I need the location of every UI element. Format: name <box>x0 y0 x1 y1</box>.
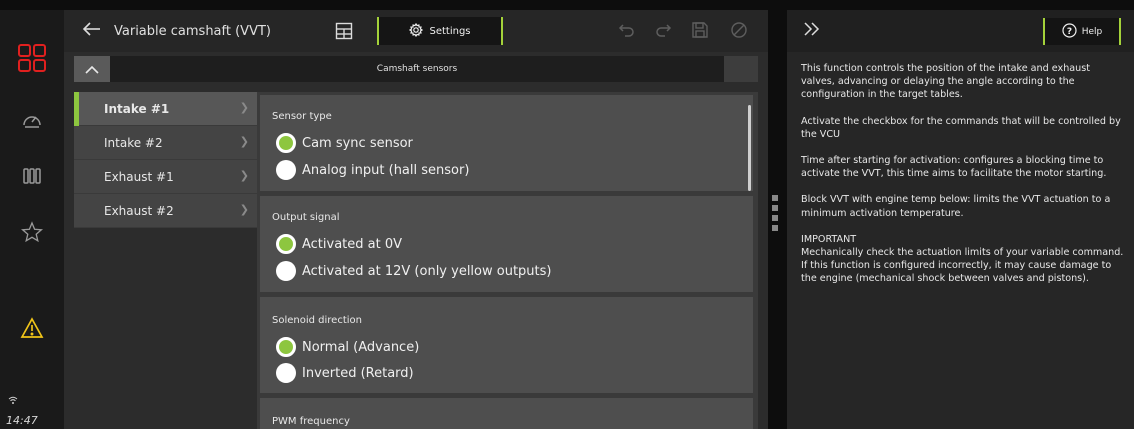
table-view-icon[interactable] <box>335 22 353 44</box>
chevron-right-icon: ❯ <box>239 101 249 114</box>
radio-cam-sync[interactable]: Cam sync sensor <box>276 133 413 153</box>
scrollbar[interactable] <box>748 105 751 191</box>
app-frame: 14:47 Variable camshaft (VVT) Settings C… <box>0 0 1134 429</box>
star-icon[interactable] <box>16 216 48 248</box>
help-panel: ? Help This function controls the positi… <box>787 10 1134 429</box>
radio-label: Analog input (hall sensor) <box>302 162 470 178</box>
back-arrow-icon[interactable] <box>82 20 102 43</box>
svg-text:?: ? <box>1067 27 1072 37</box>
radio-unselected-icon <box>276 160 296 180</box>
solenoid-direction-card: Solenoid direction Normal (Advance) Inve… <box>260 297 753 393</box>
block-icon[interactable] <box>730 21 748 43</box>
collapse-button[interactable] <box>74 56 110 82</box>
wifi-icon <box>8 396 18 408</box>
columns-icon[interactable] <box>16 160 48 192</box>
help-paragraph: IMPORTANT Mechanically check the actuati… <box>801 233 1124 285</box>
nav-item-exhaust-2[interactable]: Exhaust #2 ❯ <box>74 194 257 228</box>
help-paragraph: Block VVT with engine temp below: limits… <box>801 194 1111 219</box>
redo-icon[interactable] <box>654 22 674 42</box>
radio-selected-icon <box>276 234 296 254</box>
card-title: Output signal <box>272 212 340 223</box>
nav-item-label: Exhaust #2 <box>104 203 174 218</box>
save-icon[interactable] <box>691 21 709 43</box>
warning-icon[interactable] <box>16 312 48 344</box>
pwm-frequency-card: PWM frequency <box>260 398 753 429</box>
panel-resize-handle[interactable] <box>772 195 778 235</box>
radio-selected-icon <box>276 133 296 153</box>
tab-settings[interactable]: Settings <box>377 17 503 45</box>
section-header: Camshaft sensors <box>74 56 758 82</box>
page-title: Variable camshaft (VVT) <box>114 24 271 39</box>
radio-label: Activated at 0V <box>302 236 403 252</box>
radio-inverted-retard[interactable]: Inverted (Retard) <box>276 363 414 383</box>
chevron-up-icon <box>85 65 99 74</box>
radio-unselected-icon <box>276 363 296 383</box>
sensor-nav: Intake #1 ❯ Intake #2 ❯ Exhaust #1 ❯ Exh… <box>74 92 257 228</box>
help-text: This function controls the position of t… <box>801 62 1125 299</box>
card-title: PWM frequency <box>272 416 350 427</box>
help-button[interactable]: ? Help <box>1043 18 1121 45</box>
top-bar: Variable camshaft (VVT) Settings <box>64 10 768 52</box>
help-button-label: Help <box>1081 26 1103 37</box>
undo-icon[interactable] <box>616 22 636 42</box>
nav-item-exhaust-1[interactable]: Exhaust #1 ❯ <box>74 160 257 194</box>
radio-label: Inverted (Retard) <box>302 365 414 381</box>
section-dropdown[interactable] <box>724 56 758 82</box>
help-bar: ? Help <box>787 10 1134 52</box>
output-signal-card: Output signal Activated at 0V Activated … <box>260 196 753 292</box>
clock: 14:47 <box>6 414 38 427</box>
radio-activated-0v[interactable]: Activated at 0V <box>276 234 402 254</box>
tab-settings-label: Settings <box>429 25 471 37</box>
radio-analog-input[interactable]: Analog input (hall sensor) <box>276 160 469 180</box>
help-paragraph: Time after starting for activation: conf… <box>801 155 1107 180</box>
nav-item-label: Intake #2 <box>104 135 163 150</box>
radio-selected-icon <box>276 337 296 357</box>
nav-item-label: Intake #1 <box>104 101 170 116</box>
gauge-icon[interactable] <box>16 104 48 136</box>
expand-icon[interactable] <box>803 21 821 41</box>
sensor-type-card: Sensor type Cam sync sensor Analog input… <box>260 95 753 191</box>
question-icon: ? <box>1062 22 1077 41</box>
chevron-right-icon: ❯ <box>239 169 249 182</box>
gear-icon <box>409 22 424 40</box>
active-indicator <box>74 92 79 126</box>
radio-normal-advance[interactable]: Normal (Advance) <box>276 337 419 357</box>
main-panel: Variable camshaft (VVT) Settings Camshaf… <box>64 10 768 429</box>
nav-item-intake-1[interactable]: Intake #1 ❯ <box>74 92 257 126</box>
chevron-right-icon: ❯ <box>239 203 249 216</box>
help-paragraph: Activate the checkbox for the commands t… <box>801 115 1121 140</box>
section-title: Camshaft sensors <box>110 56 724 82</box>
card-title: Solenoid direction <box>272 315 362 326</box>
card-title: Sensor type <box>272 111 332 122</box>
radio-label: Cam sync sensor <box>302 135 413 151</box>
left-rail: 14:47 <box>0 10 64 429</box>
help-paragraph: This function controls the position of t… <box>801 63 1090 101</box>
radio-label: Normal (Advance) <box>302 339 420 355</box>
radio-label: Activated at 12V (only yellow outputs) <box>302 263 552 279</box>
settings-content: Sensor type Cam sync sensor Analog input… <box>257 92 758 429</box>
radio-unselected-icon <box>276 261 296 281</box>
chevron-right-icon: ❯ <box>239 135 249 148</box>
nav-item-label: Exhaust #1 <box>104 169 174 184</box>
nav-item-intake-2[interactable]: Intake #2 ❯ <box>74 126 257 160</box>
app-grid-icon[interactable] <box>16 42 48 74</box>
radio-activated-12v[interactable]: Activated at 12V (only yellow outputs) <box>276 261 551 281</box>
